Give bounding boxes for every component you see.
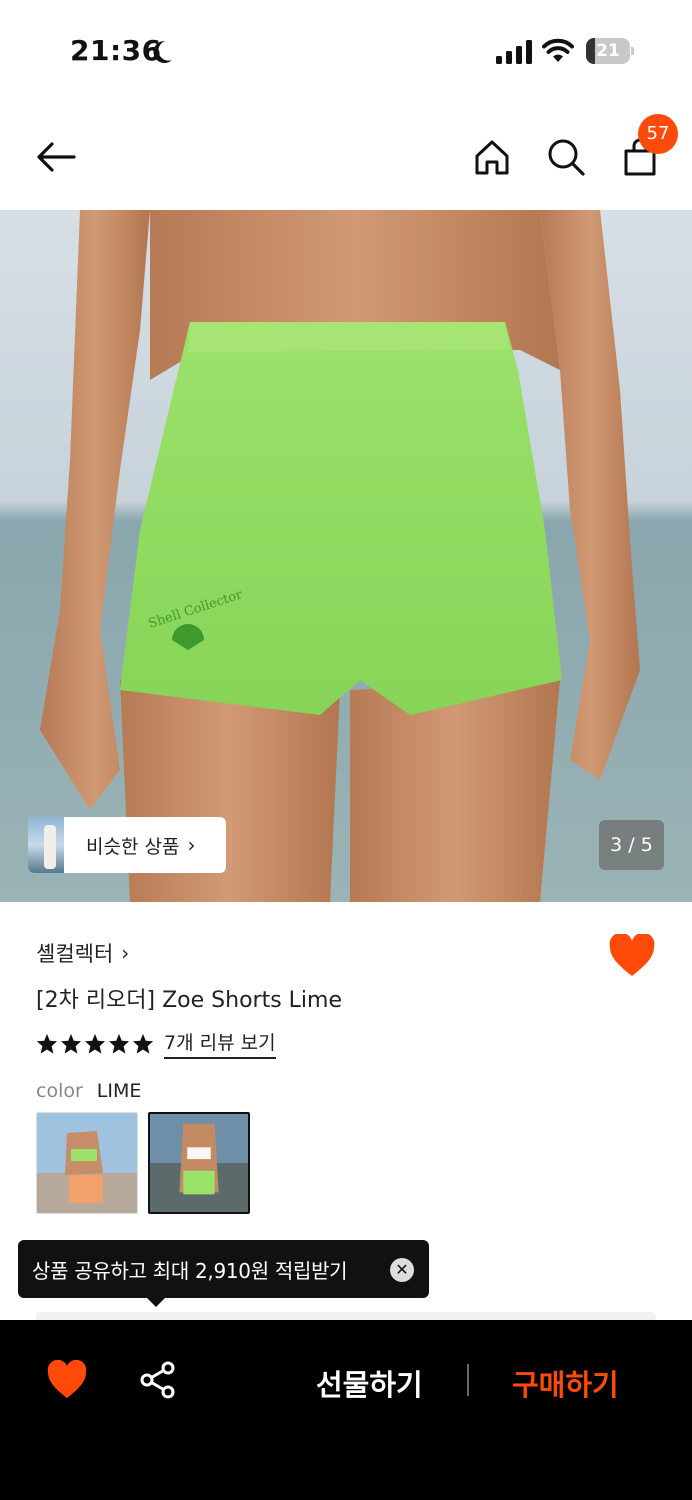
color-option-image — [150, 1114, 248, 1212]
product-name: [2차 리오더] Zoe Shorts Lime — [36, 988, 342, 1013]
moon-icon — [153, 40, 172, 63]
share-reward-tooltip: 상품 공유하고 최대 2,910원 적립받기 ✕ — [18, 1240, 429, 1298]
home-icon — [475, 140, 509, 175]
search-button[interactable] — [542, 133, 590, 181]
battery-icon: 21 — [586, 38, 634, 64]
product-photo: Shell Collector — [0, 210, 692, 902]
heart-icon[interactable] — [46, 1360, 88, 1400]
signal-icon — [496, 40, 532, 64]
status-bar: 21:36 21 — [0, 0, 692, 100]
image-page-counter: 3 / 5 — [599, 820, 664, 870]
back-button[interactable] — [32, 133, 80, 181]
color-row: color LIME — [36, 1080, 141, 1102]
rating-row: 7개 리뷰 보기 — [36, 1028, 276, 1059]
tooltip-tail — [146, 1297, 166, 1307]
share-icon[interactable] — [138, 1360, 178, 1400]
search-icon — [548, 139, 585, 176]
color-option-2-selected[interactable] — [148, 1112, 250, 1214]
similar-products-label: 비슷한 상품 — [86, 835, 180, 858]
brand-name: 셸컬렉터 — [36, 942, 114, 966]
rating-stars — [36, 1033, 154, 1055]
bottom-action-bar: 선물하기 구매하기 — [0, 1320, 692, 1500]
gift-button[interactable]: 선물하기 — [316, 1362, 423, 1404]
star-icon — [132, 1033, 154, 1054]
review-link[interactable]: 7개 리뷰 보기 — [164, 1028, 276, 1059]
wishlist-heart-icon[interactable] — [608, 934, 656, 978]
battery-level: 21 — [596, 41, 620, 61]
color-label: color — [36, 1080, 83, 1102]
color-value: LIME — [96, 1080, 142, 1102]
product-image[interactable]: Shell Collector — [0, 210, 692, 902]
star-icon — [108, 1033, 130, 1054]
chevron-right-icon: › — [187, 833, 196, 857]
star-icon — [84, 1033, 106, 1054]
star-icon — [60, 1033, 82, 1054]
back-arrow-icon — [37, 142, 76, 172]
section-divider — [36, 1312, 656, 1320]
brand-link[interactable]: 셸컬렉터 › — [36, 938, 129, 968]
similar-products-button[interactable]: 비슷한 상품 › — [28, 817, 226, 873]
star-icon — [36, 1033, 58, 1054]
color-option-image — [37, 1113, 137, 1213]
close-icon[interactable]: ✕ — [390, 1258, 414, 1282]
top-navigation — [0, 100, 692, 210]
status-time: 21:36 — [70, 34, 162, 67]
buy-button[interactable]: 구매하기 — [512, 1362, 619, 1404]
cart-count-badge: 57 — [638, 114, 678, 154]
home-button[interactable] — [468, 133, 516, 181]
wifi-icon — [542, 38, 574, 62]
tooltip-text: 상품 공유하고 최대 2,910원 적립받기 — [32, 1258, 348, 1283]
color-option-1[interactable] — [36, 1112, 138, 1214]
action-divider — [467, 1364, 469, 1396]
similar-products-thumbnail — [28, 817, 64, 873]
chevron-right-icon: › — [121, 941, 130, 965]
